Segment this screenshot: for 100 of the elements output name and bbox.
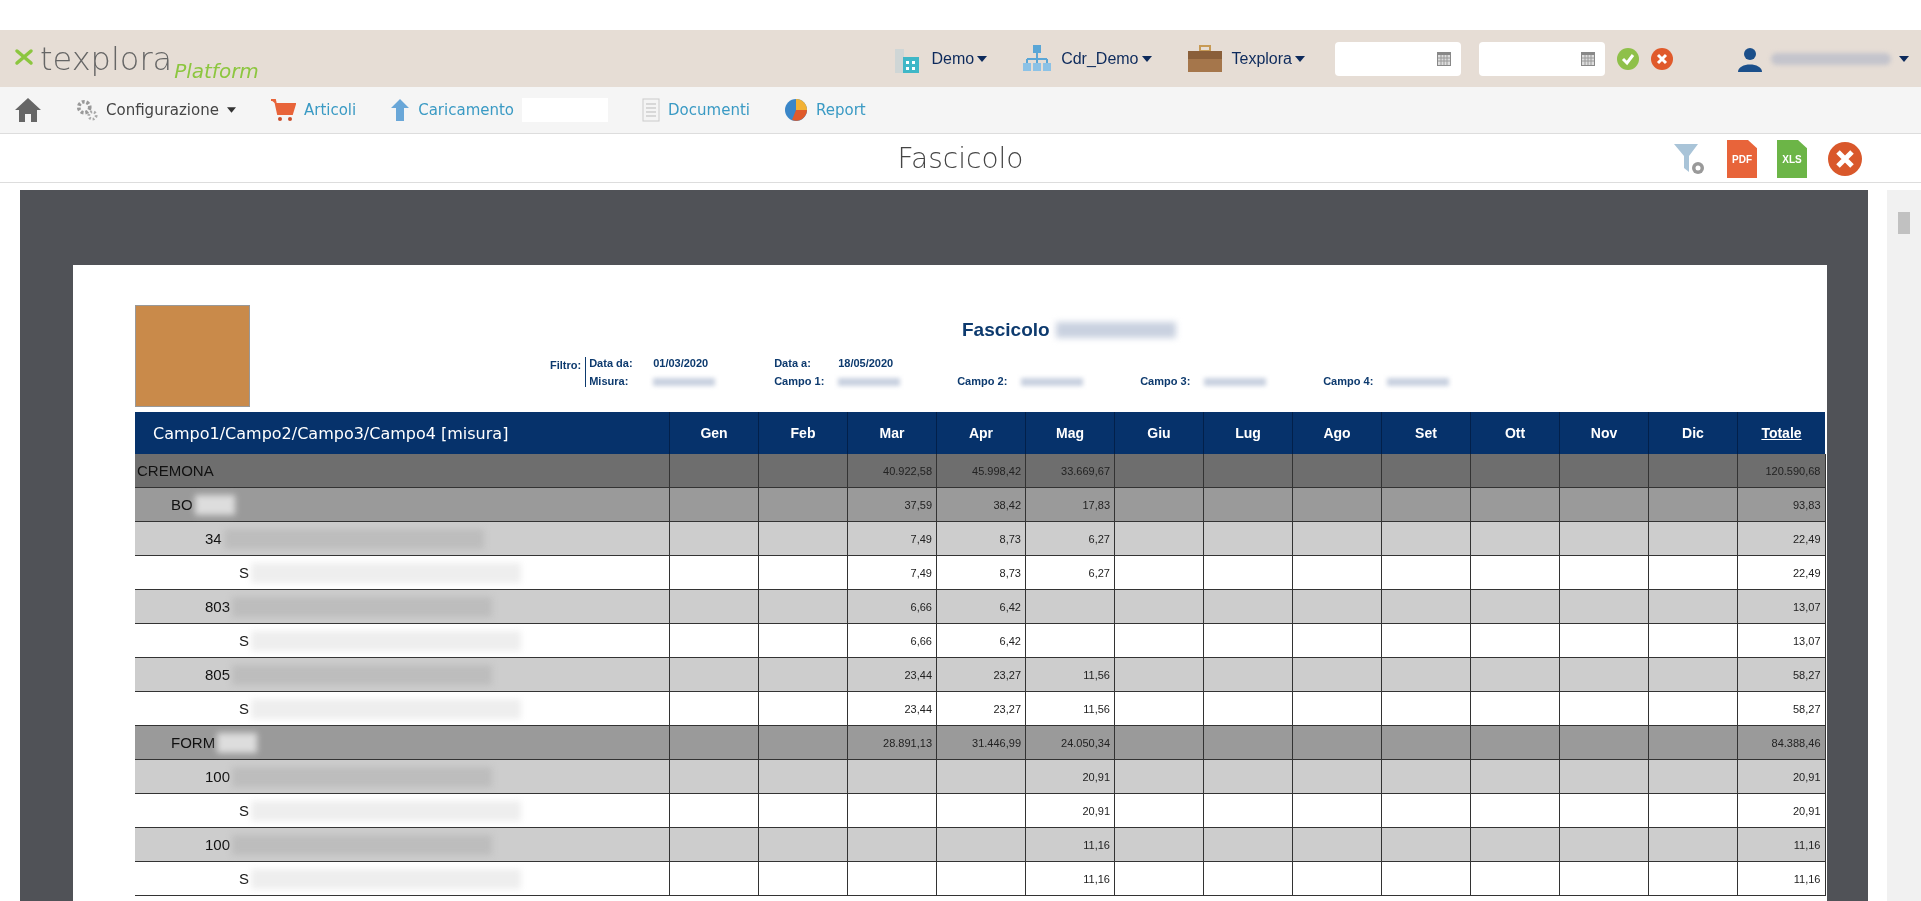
column-header: Set (1381, 412, 1471, 454)
row-label-cell: 100 (135, 827, 670, 862)
column-header: Totale (1737, 412, 1825, 454)
table-cell: 6,66 (847, 589, 937, 624)
filter-settings-icon[interactable] (1673, 142, 1707, 176)
table-cell: 6,66 (847, 623, 937, 658)
nav-link[interactable]: Documenti (642, 98, 750, 122)
calendar-icon (1581, 51, 1595, 66)
table-cell: 23,27 (936, 691, 1026, 726)
table-cell: 6,42 (936, 589, 1026, 624)
filter-name: Campo 2: (957, 375, 1009, 387)
filter-name: Data a: (774, 357, 812, 369)
total-cell: 22,49 (1737, 521, 1825, 556)
caret-icon (1141, 55, 1152, 62)
page-title: Fascicolo (897, 141, 1024, 175)
row-label-cell: 803 (135, 589, 670, 624)
nav-link[interactable]: Report (783, 98, 866, 122)
table-cell: 38,42 (936, 487, 1026, 522)
row-label-cell: S (135, 691, 670, 726)
table-cell: 11,16 (1025, 861, 1115, 896)
table-cell: 28.891,13 (847, 725, 937, 760)
total-cell: 93,83 (1737, 487, 1825, 522)
export-xls-button[interactable]: XLS (1777, 140, 1807, 178)
table-cell: 11,56 (1025, 657, 1115, 692)
table-cell: 45.998,42 (936, 454, 1026, 488)
table-cell: 40.922,58 (847, 454, 937, 488)
filter-value: 18/05/2020 (838, 357, 895, 369)
total-cell: 120.590,68 (1737, 454, 1825, 488)
user-icon[interactable] (1737, 45, 1763, 72)
brand-subtitle: Platform (174, 58, 259, 83)
column-header: Apr (936, 412, 1026, 454)
document-icon (642, 98, 661, 122)
redacted-text (1387, 378, 1450, 386)
row-label-cell: S (135, 793, 670, 828)
scrollbar[interactable] (1887, 190, 1921, 901)
table-cell: 6,27 (1025, 521, 1115, 556)
table-cell: 33.669,67 (1025, 454, 1115, 488)
report-title: Fascicolo (962, 319, 1050, 341)
row-label-cell: BO (135, 487, 670, 522)
row-label-cell: S (135, 623, 670, 658)
row-label-cell: 805 (135, 657, 670, 692)
filter-name: Misura: (589, 375, 630, 387)
filter-value: 01/03/2020 (653, 357, 710, 369)
caret-icon[interactable] (1899, 55, 1909, 62)
table-cell: 20,91 (1025, 759, 1115, 794)
nav-link[interactable]: Configurazione (76, 99, 236, 121)
pie-chart-icon (783, 98, 808, 122)
column-header: Campo1/Campo2/Campo3/Campo4 [misura] (135, 412, 670, 454)
table-cell: 31.446,99 (936, 725, 1026, 760)
table-cell: 20,91 (1025, 793, 1115, 828)
gears-icon (76, 99, 98, 121)
table-cell: 6,42 (936, 623, 1026, 658)
date-field[interactable] (1479, 41, 1605, 76)
context-dropdown[interactable]: Demo (931, 49, 988, 68)
date-field[interactable] (1335, 41, 1461, 76)
row-label-cell: S (135, 555, 670, 590)
brand-name: texplora (40, 42, 173, 75)
context-dropdown[interactable]: Texplora (1231, 49, 1305, 68)
total-cell: 58,27 (1737, 657, 1825, 692)
filter-name: Campo 4: (1323, 375, 1375, 387)
table-cell: 8,73 (936, 555, 1026, 590)
total-cell: 13,07 (1737, 589, 1825, 624)
table-cell: 8,73 (936, 521, 1026, 556)
total-cell: 20,91 (1737, 793, 1825, 828)
total-cell: 13,07 (1737, 623, 1825, 658)
table-cell: 23,44 (847, 691, 937, 726)
column-header: Lug (1203, 412, 1293, 454)
table-cell: 11,56 (1025, 691, 1115, 726)
column-header: Nov (1559, 412, 1649, 454)
briefcase-icon[interactable] (1185, 43, 1224, 74)
row-label-cell: S (135, 861, 670, 896)
row-label-cell: CREMONA (135, 454, 670, 488)
cancel-icon[interactable] (1651, 47, 1673, 70)
context-dropdown[interactable]: Cdr_Demo (1061, 49, 1152, 68)
column-header: Mar (847, 412, 937, 454)
table-cell: 6,27 (1025, 555, 1115, 590)
nav-link[interactable]: Articoli (269, 98, 357, 122)
home-icon[interactable] (14, 97, 42, 123)
column-header: Ago (1292, 412, 1382, 454)
table-cell: 24.050,34 (1025, 725, 1115, 760)
redacted-text (838, 378, 901, 386)
confirm-icon[interactable] (1617, 47, 1639, 70)
caret-icon (977, 55, 988, 62)
export-pdf-button[interactable]: PDF (1727, 140, 1757, 178)
nav-link[interactable]: Caricamento (390, 98, 609, 122)
column-header: Dic (1648, 412, 1738, 454)
table-cell: 37,59 (847, 487, 937, 522)
total-cell: 11,16 (1737, 827, 1825, 862)
redacted-text (653, 378, 716, 386)
total-cell: 20,91 (1737, 759, 1825, 794)
filter-name: Data da: (589, 357, 634, 369)
row-label-cell: FORM (135, 725, 670, 760)
column-header: Gen (669, 412, 759, 454)
total-cell: 84.388,46 (1737, 725, 1825, 760)
total-cell: 58,27 (1737, 691, 1825, 726)
upload-arrow-icon (390, 98, 411, 122)
column-header: Feb (758, 412, 848, 454)
close-icon[interactable] (1827, 141, 1863, 177)
calendar-icon (1437, 51, 1451, 66)
filter-name: Campo 3: (1140, 375, 1192, 387)
